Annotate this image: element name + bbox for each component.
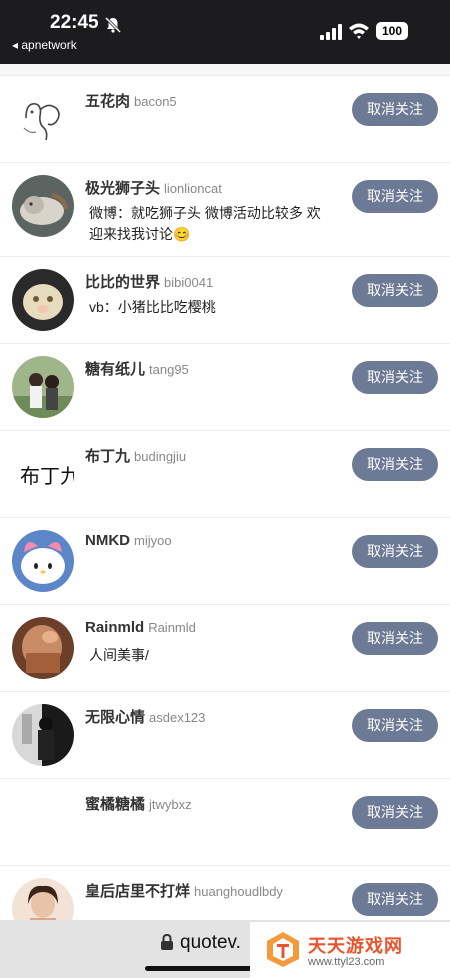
unfollow-button[interactable]: 取消关注 bbox=[352, 93, 438, 126]
user-display-name[interactable]: 五花肉 bbox=[85, 93, 130, 110]
avatar[interactable] bbox=[12, 269, 74, 331]
bio-line: vb：小猪比比吃樱桃 bbox=[89, 299, 216, 315]
svg-text:布丁九: 布丁九 bbox=[20, 464, 74, 488]
unfollow-button[interactable]: 取消关注 bbox=[352, 361, 438, 394]
list-item[interactable]: 比比的世界 bibi0041 vb：小猪比比吃樱桃 取消关注 bbox=[0, 257, 450, 344]
user-handle: asdex123 bbox=[149, 710, 206, 725]
back-to-app-link[interactable]: ◂ apnetwork bbox=[12, 38, 77, 52]
avatar[interactable] bbox=[12, 617, 74, 679]
site-watermark: 天天游戏网 www.ttyl23.com bbox=[250, 922, 450, 978]
address-bar-url[interactable]: quotev. bbox=[180, 932, 241, 954]
unfollow-button[interactable]: 取消关注 bbox=[352, 622, 438, 655]
user-name-line: 布丁九 budingjiu bbox=[85, 445, 186, 466]
bell-muted-icon bbox=[104, 16, 122, 34]
watermark-title: 天天游戏网 bbox=[308, 936, 403, 957]
list-item[interactable]: 极光狮子头 lionlioncat 微博：就吃狮子头 微博活动比较多 欢迎来找我讨论… bbox=[0, 163, 450, 257]
watermark-url: www.ttyl23.com bbox=[308, 956, 385, 968]
user-handle: tang95 bbox=[149, 362, 189, 377]
list-item[interactable]: 布丁九 布丁九 budingjiu 取消关注 bbox=[0, 431, 450, 518]
unfollow-button[interactable]: 取消关注 bbox=[352, 796, 438, 829]
avatar[interactable] bbox=[12, 704, 74, 766]
user-display-name[interactable]: 极光狮子头 bbox=[85, 180, 160, 197]
user-display-name[interactable]: 糖有纸儿 bbox=[85, 361, 145, 378]
watermark-logo-icon bbox=[267, 932, 299, 967]
list-item[interactable]: 蜜橘糖橘 jtwybxz 取消关注 bbox=[0, 779, 450, 866]
user-name-line: 皇后店里不打烊 huanghoudlbdy bbox=[85, 880, 283, 901]
list-item[interactable]: 无限心情 asdex123 取消关注 bbox=[0, 692, 450, 779]
user-handle: lionlioncat bbox=[164, 181, 222, 196]
user-display-name[interactable]: 布丁九 bbox=[85, 448, 130, 465]
wifi-icon bbox=[349, 23, 369, 39]
unfollow-button[interactable]: 取消关注 bbox=[352, 709, 438, 742]
unfollow-button[interactable]: 取消关注 bbox=[352, 180, 438, 213]
user-bio: 人间美事/ bbox=[89, 645, 339, 666]
user-bio: 微博：就吃狮子头 微博活动比较多 欢迎来找我讨论😊 bbox=[89, 203, 339, 245]
user-name-line: 无限心情 asdex123 bbox=[85, 706, 205, 727]
cellular-signal-icon bbox=[320, 24, 342, 40]
user-display-name[interactable]: NMKD bbox=[85, 532, 130, 549]
status-bar: 22:45 ◂ apnetwork 100 bbox=[0, 0, 450, 64]
clock: 22:45 bbox=[50, 12, 99, 33]
user-name-line: Rainmld Rainmld bbox=[85, 619, 196, 637]
user-bio: vb：小猪比比吃樱桃 bbox=[89, 297, 339, 318]
user-name-line: 五花肉 bacon5 bbox=[85, 90, 177, 111]
user-handle: budingjiu bbox=[134, 449, 187, 464]
user-handle: jtwybxz bbox=[149, 797, 192, 812]
user-display-name[interactable]: 比比的世界 bbox=[85, 274, 160, 291]
user-handle: Rainmld bbox=[148, 620, 196, 635]
user-name-line: 极光狮子头 lionlioncat bbox=[85, 177, 222, 198]
user-handle: bibi0041 bbox=[164, 275, 214, 290]
list-item[interactable]: 五花肉 bacon5 取消关注 bbox=[0, 76, 450, 163]
user-display-name[interactable]: 皇后店里不打烊 bbox=[85, 883, 190, 900]
lock-icon bbox=[161, 934, 173, 950]
user-name-line: 蜜橘糖橘 jtwybxz bbox=[85, 793, 192, 814]
avatar[interactable] bbox=[12, 356, 74, 418]
avatar[interactable] bbox=[12, 88, 74, 150]
user-name-line: NMKD mijyoo bbox=[85, 532, 172, 550]
unfollow-button[interactable]: 取消关注 bbox=[352, 883, 438, 916]
bio-line: 人间美事/ bbox=[89, 647, 149, 663]
avatar[interactable] bbox=[12, 175, 74, 237]
user-handle: mijyoo bbox=[134, 533, 172, 548]
bio-line: 迎来找我讨论😊 bbox=[89, 226, 191, 242]
list-top-strip bbox=[0, 64, 450, 76]
following-list: 五花肉 bacon5 取消关注 极光狮子头 lionlioncat 微博：就吃狮子头 微博… bbox=[0, 64, 450, 953]
unfollow-button[interactable]: 取消关注 bbox=[352, 448, 438, 481]
avatar[interactable] bbox=[12, 530, 74, 592]
list-item[interactable]: NMKD mijyoo 取消关注 bbox=[0, 518, 450, 605]
user-display-name[interactable]: Rainmld bbox=[85, 619, 144, 636]
list-item[interactable]: Rainmld Rainmld 人间美事/取消关注 bbox=[0, 605, 450, 692]
bio-line: 微博：就吃狮子头 微博活动比较多 欢 bbox=[89, 205, 321, 221]
list-item[interactable]: 糖有纸儿 tang95 取消关注 bbox=[0, 344, 450, 431]
unfollow-button[interactable]: 取消关注 bbox=[352, 535, 438, 568]
user-display-name[interactable]: 无限心情 bbox=[85, 709, 145, 726]
user-name-line: 糖有纸儿 tang95 bbox=[85, 358, 189, 379]
user-handle: bacon5 bbox=[134, 94, 177, 109]
unfollow-button[interactable]: 取消关注 bbox=[352, 274, 438, 307]
avatar[interactable]: 布丁九 bbox=[12, 443, 74, 505]
user-display-name[interactable]: 蜜橘糖橘 bbox=[85, 796, 145, 813]
user-name-line: 比比的世界 bibi0041 bbox=[85, 271, 213, 292]
battery-indicator: 100 bbox=[376, 22, 408, 40]
user-handle: huanghoudlbdy bbox=[194, 884, 283, 899]
